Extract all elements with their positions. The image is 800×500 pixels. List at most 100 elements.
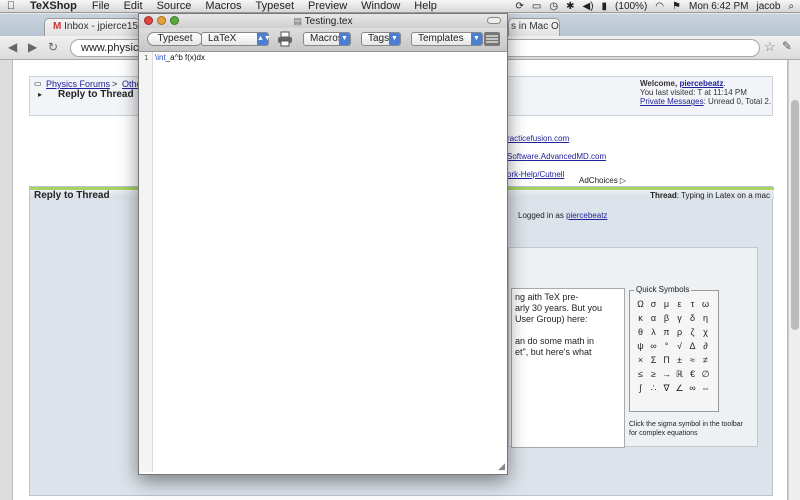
quick-symbol-button[interactable]: γ bbox=[673, 313, 686, 327]
quick-symbol-button[interactable]: ∞ bbox=[686, 383, 699, 397]
quick-symbol-button[interactable]: Δ bbox=[686, 341, 699, 355]
quick-symbol-button[interactable]: ≠ bbox=[699, 355, 712, 369]
quick-symbol-button[interactable]: κ bbox=[634, 313, 647, 327]
back-icon[interactable]: ◀ bbox=[8, 40, 17, 54]
quick-symbol-button[interactable]: ≈ bbox=[686, 355, 699, 369]
quick-symbol-button[interactable]: ∇ bbox=[660, 383, 673, 397]
quick-symbol-button[interactable]: Π bbox=[660, 355, 673, 369]
quick-symbol-button[interactable]: ⇔ bbox=[699, 383, 712, 397]
private-messages-link[interactable]: Private Messages bbox=[640, 97, 704, 106]
quick-symbol-button[interactable]: ≤ bbox=[634, 369, 647, 383]
menu-file[interactable]: File bbox=[85, 0, 117, 12]
quick-symbol-button[interactable]: Ω bbox=[634, 299, 647, 313]
quick-symbol-button[interactable]: √ bbox=[673, 341, 686, 355]
templates-label: Templates bbox=[418, 33, 464, 44]
ad-link-3[interactable]: ork-Help/Cutnell bbox=[507, 170, 564, 179]
menu-preview[interactable]: Preview bbox=[301, 0, 354, 12]
wrench-icon[interactable]: ✎ bbox=[782, 39, 792, 53]
templates-select[interactable]: Templates ▼ bbox=[411, 32, 483, 46]
typeset-button[interactable]: Typeset bbox=[147, 32, 203, 46]
toolbar-toggle-button[interactable] bbox=[487, 17, 501, 24]
macros-select[interactable]: Macros ▼ bbox=[303, 32, 351, 46]
quick-symbol-button[interactable]: × bbox=[634, 355, 647, 369]
forward-icon[interactable]: ▶ bbox=[28, 40, 37, 54]
time-machine-icon[interactable]: ◷ bbox=[549, 1, 558, 12]
adchoices-label[interactable]: AdChoices ▷ bbox=[579, 176, 626, 185]
quick-symbol-button[interactable]: ∠ bbox=[673, 383, 686, 397]
line-number-gutter bbox=[139, 52, 153, 472]
quick-symbol-button[interactable]: σ bbox=[647, 299, 660, 313]
menu-window[interactable]: Window bbox=[354, 0, 407, 12]
volume-icon[interactable]: ◀) bbox=[583, 1, 594, 12]
quick-symbol-button[interactable]: π bbox=[660, 327, 673, 341]
ad-link-1[interactable]: racticefusion.com bbox=[507, 134, 569, 143]
menu-source[interactable]: Source bbox=[150, 0, 199, 12]
bookmark-star-icon[interactable]: ☆ bbox=[764, 39, 776, 55]
quick-symbol-button[interactable]: β bbox=[660, 313, 673, 327]
welcome-user-link[interactable]: piercebeatz bbox=[679, 79, 723, 88]
split-window-icon[interactable] bbox=[483, 31, 501, 47]
quick-symbol-button[interactable]: ∴ bbox=[647, 383, 660, 397]
menu-typeset[interactable]: Typeset bbox=[248, 0, 301, 12]
page-scrollbar[interactable] bbox=[788, 60, 800, 500]
quick-symbol-button[interactable]: ε bbox=[673, 299, 686, 313]
quick-symbol-button[interactable]: € bbox=[686, 369, 699, 383]
scrollbar-thumb[interactable] bbox=[791, 100, 799, 330]
resize-grip-icon[interactable]: ◢ bbox=[498, 461, 505, 472]
texshop-titlebar[interactable]: ▤ Testing.tex bbox=[139, 14, 507, 28]
quick-symbol-button[interactable]: ≥ bbox=[647, 369, 660, 383]
bluetooth-icon[interactable]: ✱ bbox=[566, 1, 574, 12]
quick-symbol-button[interactable]: Σ bbox=[647, 355, 660, 369]
source-editor[interactable]: \int_a^b f(x)dx bbox=[155, 53, 205, 62]
quick-symbol-button[interactable]: ζ bbox=[686, 327, 699, 341]
menu-macros[interactable]: Macros bbox=[198, 0, 248, 12]
menu-app-name[interactable]: TeXShop bbox=[22, 0, 85, 12]
quick-symbol-button[interactable]: → bbox=[660, 369, 673, 383]
quick-symbol-button[interactable]: λ bbox=[647, 327, 660, 341]
browser-tab-inbox[interactable]: M Inbox - jpierce15@st bbox=[44, 18, 140, 36]
quick-symbol-button[interactable]: ± bbox=[673, 355, 686, 369]
quick-symbol-button[interactable]: ω bbox=[699, 299, 712, 313]
engine-select[interactable]: LaTeX ▲▼ bbox=[201, 32, 271, 46]
quick-symbol-button[interactable]: ∅ bbox=[699, 369, 712, 383]
welcome-label: Welcome, bbox=[640, 79, 678, 88]
browser-tab-physics[interactable]: s in Mac O bbox=[508, 18, 560, 36]
quick-symbol-button[interactable]: τ bbox=[686, 299, 699, 313]
spotlight-icon[interactable]: ⌕ bbox=[788, 1, 794, 12]
logged-in-user-link[interactable]: piercebeatz bbox=[566, 211, 607, 220]
quick-symbol-button[interactable]: ° bbox=[660, 341, 673, 355]
message-textarea[interactable]: ng aith TeX pre- arly 30 years. But you … bbox=[511, 288, 625, 448]
tags-select[interactable]: Tags ▼ bbox=[361, 32, 401, 46]
flag-icon[interactable]: ⚑ bbox=[672, 1, 681, 12]
quick-symbol-button[interactable]: δ bbox=[686, 313, 699, 327]
apple-menu-icon[interactable]:  bbox=[0, 0, 22, 12]
reload-icon[interactable]: ↻ bbox=[48, 40, 58, 54]
battery-icon[interactable]: ▮ bbox=[602, 1, 608, 12]
menu-edit[interactable]: Edit bbox=[117, 0, 150, 12]
message-editor-box: ng aith TeX pre- arly 30 years. But you … bbox=[508, 247, 758, 448]
quick-symbol-button[interactable]: ℝ bbox=[673, 369, 686, 383]
zoom-button[interactable] bbox=[170, 16, 179, 25]
quick-symbol-button[interactable]: α bbox=[647, 313, 660, 327]
menu-help[interactable]: Help bbox=[407, 0, 444, 12]
wifi-icon[interactable]: ◠ bbox=[655, 1, 664, 12]
breadcrumb-home-link[interactable]: Physics Forums bbox=[46, 79, 110, 89]
ad-link-2[interactable]: Software.AdvancedMD.com bbox=[507, 152, 606, 161]
quick-symbol-button[interactable]: μ bbox=[660, 299, 673, 313]
menu-user[interactable]: jacob bbox=[756, 1, 780, 12]
quick-symbol-button[interactable]: ψ bbox=[634, 341, 647, 355]
minimize-button[interactable] bbox=[157, 16, 166, 25]
quick-symbol-button[interactable]: ∞ bbox=[647, 341, 660, 355]
printer-icon[interactable] bbox=[277, 31, 293, 47]
display-icon[interactable]: ▭ bbox=[532, 1, 541, 12]
quick-symbol-button[interactable]: ∂ bbox=[699, 341, 712, 355]
sync-icon[interactable]: ⟳ bbox=[516, 1, 524, 12]
tags-label: Tags bbox=[368, 33, 390, 44]
quick-symbol-button[interactable]: ∫ bbox=[634, 383, 647, 397]
close-button[interactable] bbox=[144, 16, 153, 25]
menu-clock[interactable]: Mon 6:42 PM bbox=[689, 1, 748, 12]
quick-symbol-button[interactable]: ρ bbox=[673, 327, 686, 341]
quick-symbol-button[interactable]: χ bbox=[699, 327, 712, 341]
quick-symbol-button[interactable]: η bbox=[699, 313, 712, 327]
quick-symbol-button[interactable]: θ bbox=[634, 327, 647, 341]
